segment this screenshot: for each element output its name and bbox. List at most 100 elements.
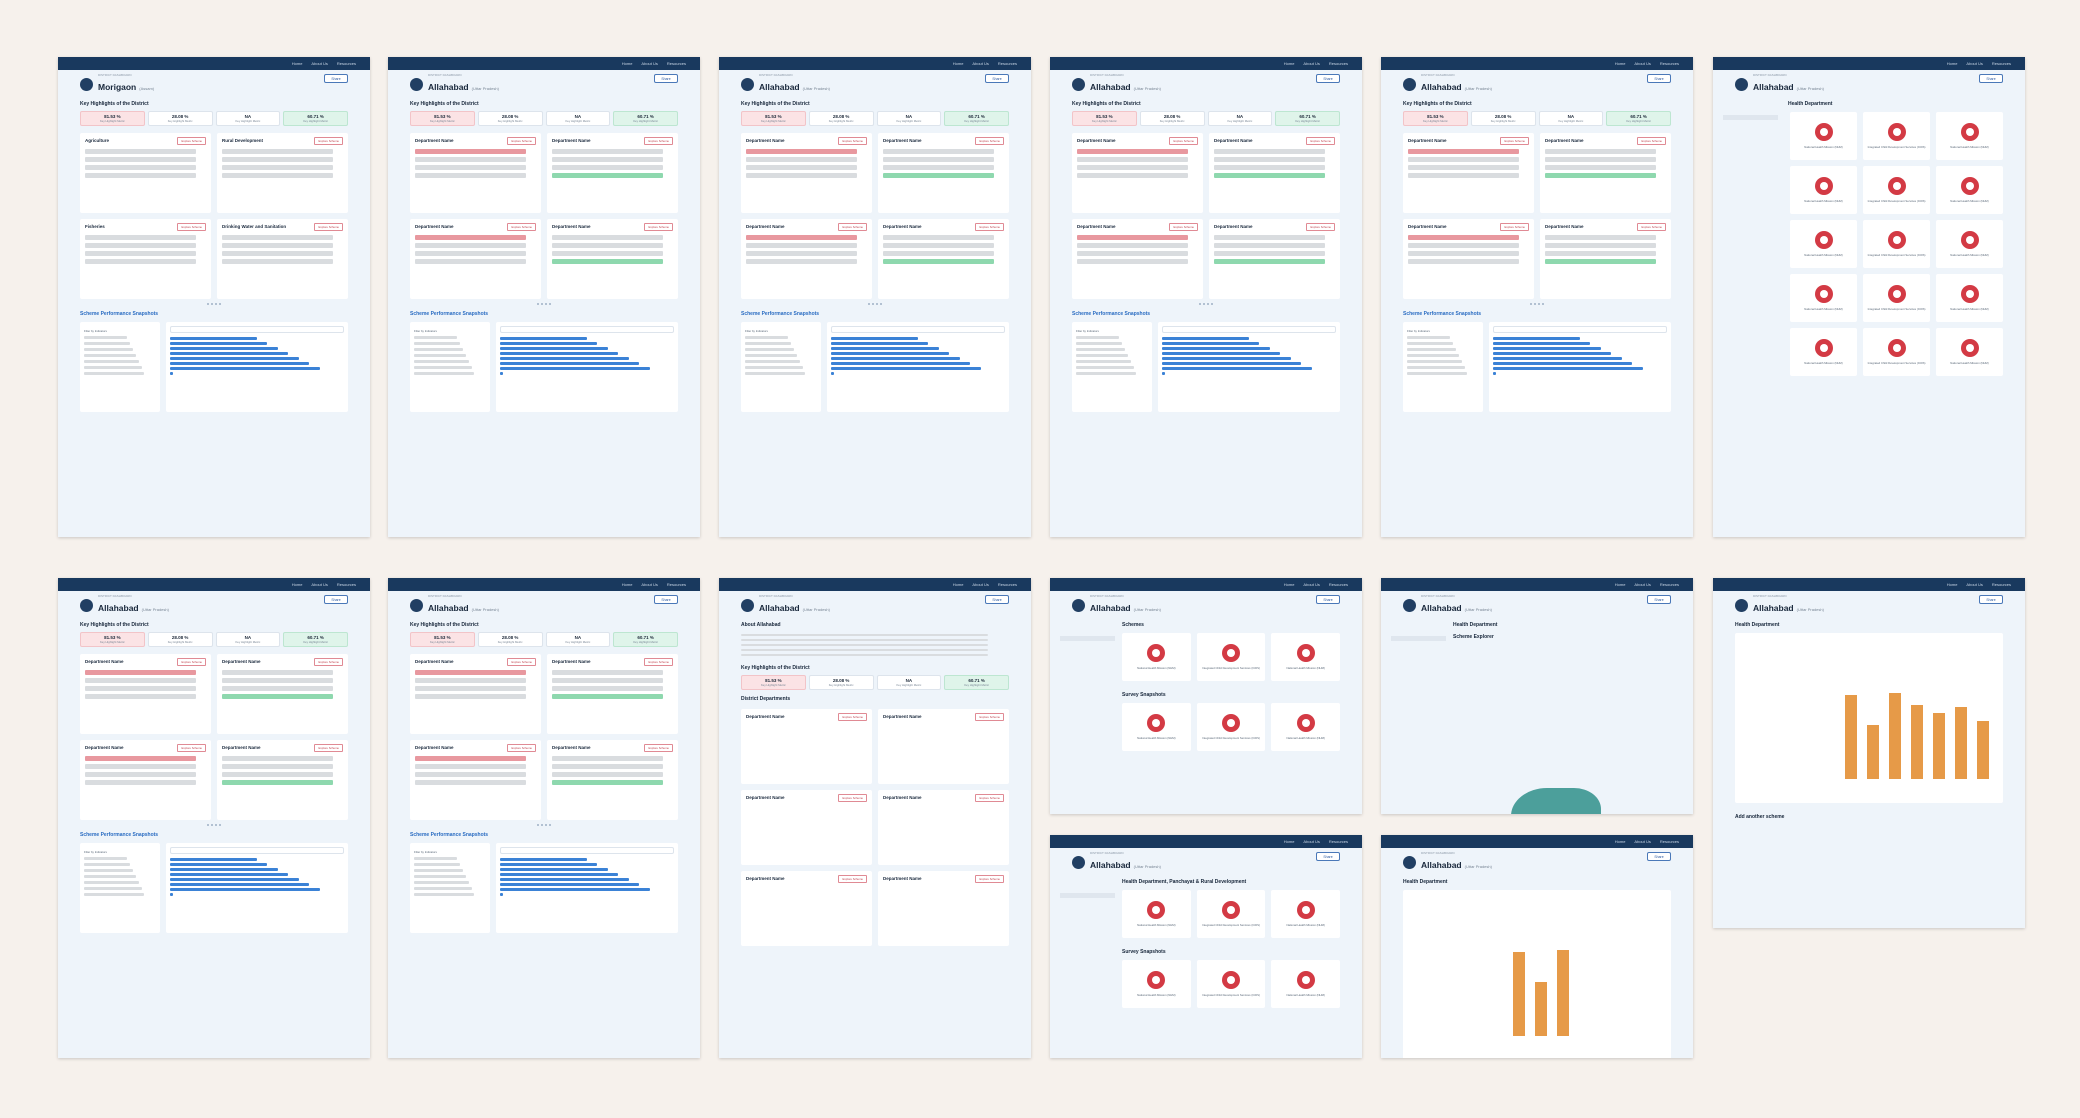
explore-scheme-button[interactable]: Explore Scheme (644, 658, 673, 666)
department-card[interactable]: Department Name Explore Scheme (878, 133, 1009, 213)
filter-option[interactable] (1407, 360, 1462, 363)
filter-option[interactable] (84, 354, 136, 357)
filter-option[interactable] (414, 336, 458, 339)
filter-option[interactable] (1407, 372, 1468, 375)
carousel-dot[interactable] (1203, 303, 1205, 305)
nav-link[interactable]: About Us (311, 61, 327, 66)
scheme-card[interactable]: National Health Mission (NHM) (1790, 112, 1857, 160)
explore-scheme-button[interactable]: Explore Scheme (1637, 223, 1666, 231)
carousel-dot[interactable] (1199, 303, 1201, 305)
department-card[interactable]: Department Name Explore Scheme (878, 790, 1009, 865)
nav-link[interactable]: About Us (1966, 582, 1982, 587)
filter-option[interactable] (414, 354, 466, 357)
scheme-card[interactable]: National Health Mission (NHM) (1122, 633, 1191, 681)
carousel-dot[interactable] (549, 824, 551, 826)
explore-scheme-button[interactable]: Explore Scheme (1637, 137, 1666, 145)
department-card[interactable]: Department Name Explore Scheme (1540, 133, 1671, 213)
department-card[interactable]: Department Name Explore Scheme (410, 740, 541, 820)
carousel-dot[interactable] (541, 303, 543, 305)
share-button[interactable]: Share (1647, 74, 1671, 83)
scheme-card[interactable]: National Health Mission (NHM) (1790, 274, 1857, 322)
nav-link[interactable]: About Us (972, 61, 988, 66)
share-button[interactable]: Share (985, 74, 1009, 83)
scheme-card[interactable]: National Health Mission (NHM) (1790, 166, 1857, 214)
scheme-card[interactable]: National Health Mission (NHM) (1790, 220, 1857, 268)
carousel-dot[interactable] (211, 824, 213, 826)
scheme-card[interactable]: National Health Mission (NHM) (1122, 703, 1191, 751)
nav-link[interactable]: Resources (667, 61, 686, 66)
explore-scheme-button[interactable]: Explore Scheme (975, 875, 1004, 883)
carousel-dot[interactable] (868, 303, 870, 305)
share-button[interactable]: Share (1647, 852, 1671, 861)
scheme-card[interactable]: National Health Mission (NHM) (1790, 328, 1857, 376)
nav-link[interactable]: Home (953, 582, 964, 587)
nav-link[interactable]: Home (1615, 582, 1626, 587)
filter-option[interactable] (1076, 354, 1128, 357)
filter-option[interactable] (414, 857, 458, 860)
scheme-card[interactable]: National Health Mission (NHM) (1936, 274, 2003, 322)
filter-option[interactable] (745, 348, 794, 351)
share-button[interactable]: Share (1979, 74, 2003, 83)
explore-scheme-button[interactable]: Explore Scheme (838, 223, 867, 231)
carousel-dots[interactable] (1381, 299, 1693, 309)
explore-scheme-button[interactable]: Explore Scheme (314, 223, 343, 231)
filter-option[interactable] (745, 366, 803, 369)
share-button[interactable]: Share (654, 595, 678, 604)
explore-scheme-button[interactable]: Explore Scheme (644, 223, 673, 231)
department-card[interactable]: Department Name Explore Scheme (547, 133, 678, 213)
nav-link[interactable]: About Us (641, 582, 657, 587)
nav-link[interactable]: Home (1284, 61, 1295, 66)
filter-option[interactable] (1076, 336, 1120, 339)
nav-link[interactable]: Home (1284, 582, 1295, 587)
filter-option[interactable] (1407, 354, 1459, 357)
filter-option[interactable] (745, 354, 797, 357)
nav-link[interactable]: Home (1615, 61, 1626, 66)
search-input[interactable] (500, 847, 674, 854)
carousel-dot[interactable] (876, 303, 878, 305)
filter-option[interactable] (745, 342, 792, 345)
carousel-dot[interactable] (1530, 303, 1532, 305)
nav-link[interactable]: Home (1947, 582, 1958, 587)
share-button[interactable]: Share (985, 595, 1009, 604)
explore-scheme-button[interactable]: Explore Scheme (1306, 137, 1335, 145)
share-button[interactable]: Share (654, 74, 678, 83)
filter-option[interactable] (1407, 348, 1456, 351)
share-button[interactable]: Share (324, 74, 348, 83)
search-input[interactable] (1162, 326, 1336, 333)
department-card[interactable]: Department Name Explore Scheme (741, 790, 872, 865)
explore-scheme-button[interactable]: Explore Scheme (507, 223, 536, 231)
explore-scheme-button[interactable]: Explore Scheme (314, 137, 343, 145)
carousel-dots[interactable] (58, 820, 370, 830)
explore-scheme-button[interactable]: Explore Scheme (177, 223, 206, 231)
department-card[interactable]: Department Name Explore Scheme (547, 654, 678, 734)
department-card[interactable]: Department Name Explore Scheme (410, 654, 541, 734)
carousel-dot[interactable] (207, 824, 209, 826)
carousel-dot[interactable] (215, 303, 217, 305)
filter-option[interactable] (84, 887, 142, 890)
share-button[interactable]: Share (1316, 595, 1340, 604)
filter-option[interactable] (1076, 366, 1134, 369)
carousel-dot[interactable] (545, 303, 547, 305)
filter-option[interactable] (84, 875, 136, 878)
explore-scheme-button[interactable]: Explore Scheme (838, 794, 867, 802)
filter-option[interactable] (84, 863, 131, 866)
district-map[interactable] (1511, 788, 1601, 814)
filter-option[interactable] (1407, 366, 1465, 369)
scheme-card[interactable]: Integrated Child Development Services (I… (1196, 890, 1266, 938)
department-card[interactable]: Department Name Explore Scheme (741, 871, 872, 946)
carousel-dot[interactable] (211, 303, 213, 305)
share-button[interactable]: Share (324, 595, 348, 604)
filter-option[interactable] (414, 372, 475, 375)
sidebar-item[interactable] (1060, 913, 1115, 918)
filter-option[interactable] (414, 360, 469, 363)
nav-link[interactable]: About Us (1303, 61, 1319, 66)
nav-link[interactable]: Resources (667, 582, 686, 587)
explore-scheme-button[interactable]: Explore Scheme (177, 658, 206, 666)
carousel-dot[interactable] (1538, 303, 1540, 305)
scheme-card[interactable]: National Health Mission (NHM) (1122, 890, 1191, 938)
scheme-card[interactable]: Integrated Child Development Services (I… (1196, 960, 1266, 1008)
share-button[interactable]: Share (1316, 74, 1340, 83)
nav-link[interactable]: Resources (998, 582, 1017, 587)
nav-link[interactable]: About Us (1303, 839, 1319, 844)
filter-option[interactable] (84, 857, 128, 860)
